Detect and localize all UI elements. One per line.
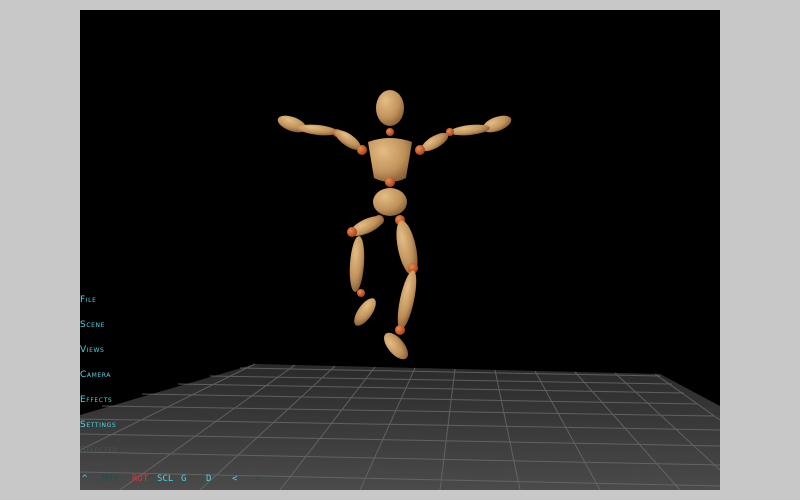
up-arrow-icon[interactable]: ^ [82,474,87,484]
menu-selected[interactable]: Selected [80,445,118,455]
tool-rotate[interactable]: ROT [132,474,148,484]
floor-grid [80,363,720,490]
tool-duplicate[interactable]: D [206,474,211,484]
mannequin-figure[interactable] [276,90,514,363]
3d-viewport[interactable]: File Scene Views Camera Effects Settings… [80,10,720,490]
tool-group[interactable]: G [181,474,186,484]
tool-scale[interactable]: SCL [157,474,173,484]
menu-views[interactable]: Views [80,345,104,355]
menu-file[interactable]: File [80,295,96,305]
menu-settings[interactable]: Settings [80,420,116,430]
menu-scene[interactable]: Scene [80,320,105,330]
chevron-left-icon[interactable]: < [232,474,237,484]
tool-move[interactable]: MOV [102,474,118,484]
menu-camera[interactable]: Camera [80,370,111,380]
chevron-right-icon[interactable]: > [256,474,261,484]
scene-canvas[interactable] [80,10,720,490]
transform-toolbar: ^ MOV ROT SCL G D < > [80,474,380,488]
menu-effects[interactable]: Effects [80,395,112,405]
